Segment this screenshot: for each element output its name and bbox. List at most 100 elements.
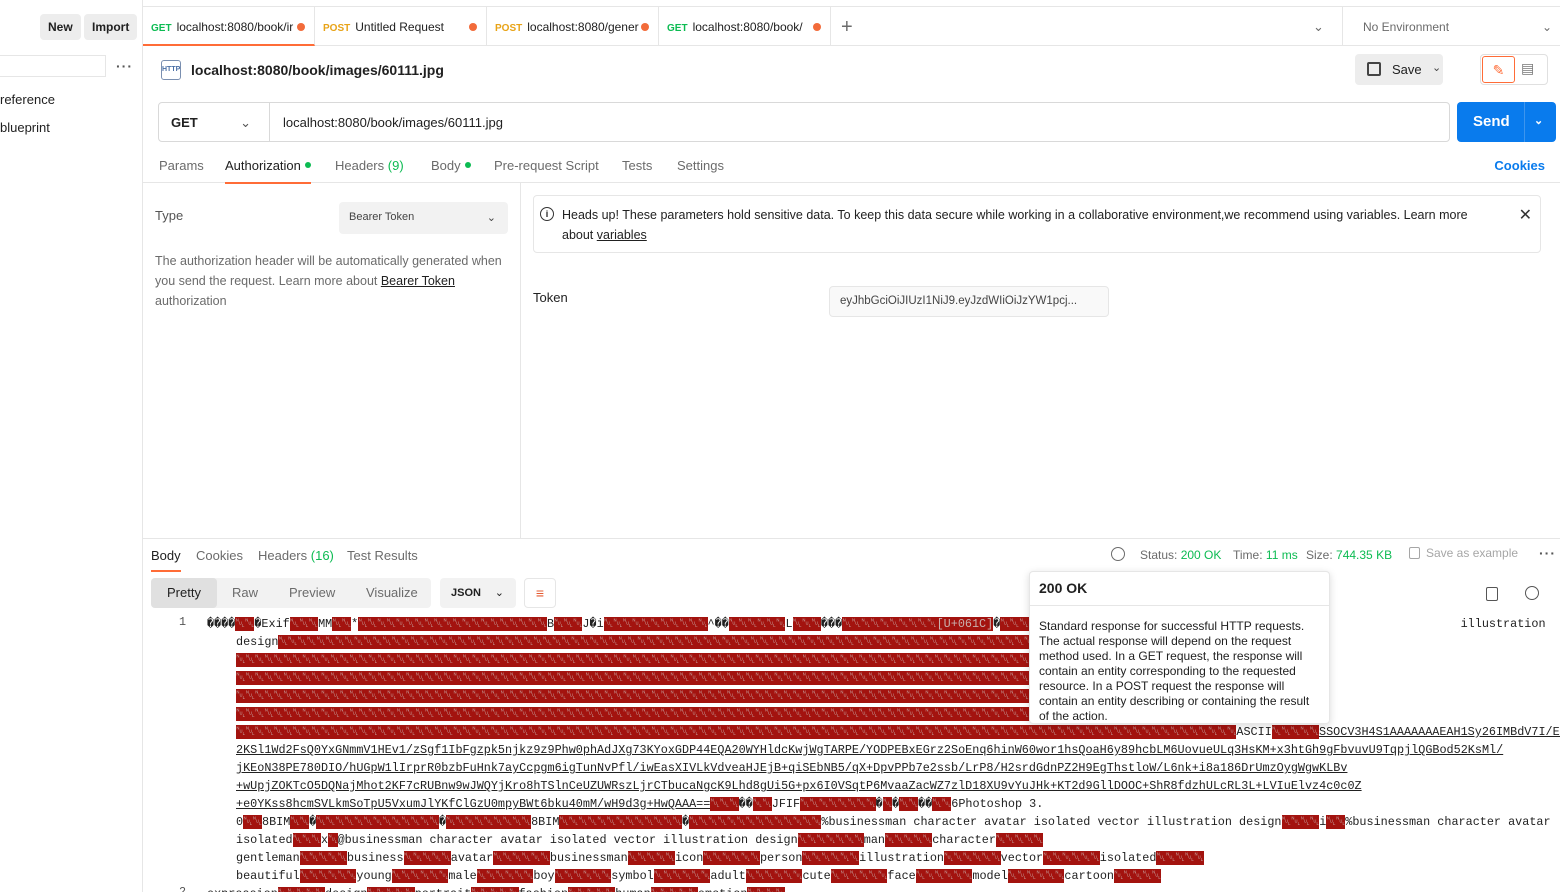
tab-response-body[interactable]: Body (151, 548, 181, 572)
code-line: 2KSl1Wd2FsQ0YxGNmmV1HEv1/zSgf1IbFgzpk5nj… (236, 743, 1504, 757)
code-line: expression␀␀␀␀␀design␀␀␀␀␀portrait␀␀␀␀␀f… (207, 885, 786, 892)
tab-post-untitled[interactable]: POST Untitled Request (315, 7, 487, 46)
sidebar-search-input[interactable] (0, 55, 106, 77)
size-value: 744.35 KB (1336, 548, 1393, 562)
import-button[interactable]: Import (84, 14, 138, 40)
size-readout[interactable]: Size: 744.35 KB (1306, 548, 1392, 562)
tab-title: localhost:8080/book/ (692, 20, 803, 34)
status-readout[interactable]: Status: 200 OK (1140, 548, 1221, 562)
view-mode-toggle: ✎ ▤ (1480, 54, 1548, 85)
cookies-link[interactable]: Cookies (1494, 158, 1545, 173)
send-divider (1524, 102, 1525, 142)
save-button[interactable]: Save (1355, 54, 1443, 85)
status-label: Status: (1140, 548, 1178, 562)
token-input[interactable]: eyJhbGciOiJIUzI1NiJ9.eyJzdWIiOiJzYW1pcj.… (829, 286, 1109, 317)
save-label: Save (1392, 62, 1422, 77)
request-config-tabs: Params Authorization Headers (9) Body Pr… (143, 146, 1560, 184)
response-headers-count: (16) (310, 548, 334, 563)
tab-label: Body (431, 158, 461, 173)
tab-tests[interactable]: Tests (622, 158, 652, 173)
unsaved-dot-icon (641, 23, 649, 31)
format-value: JSON (451, 587, 481, 599)
tab-authorization[interactable]: Authorization (225, 158, 311, 184)
comment-icon[interactable]: ▤ (1521, 60, 1534, 77)
auth-description: The authorization header will be automat… (155, 251, 511, 311)
line-number: 1 (179, 615, 187, 629)
view-pretty[interactable]: Pretty (151, 578, 217, 608)
info-icon: i (540, 207, 554, 221)
view-raw[interactable]: Raw (222, 578, 268, 608)
tab-method: POST (323, 23, 351, 34)
auth-type-select[interactable]: Bearer Token ⌄ (339, 202, 508, 234)
variables-link[interactable]: variables (597, 228, 647, 242)
auth-type-value: Bearer Token (349, 211, 415, 223)
more-options-icon[interactable]: ··· (116, 58, 133, 74)
send-button[interactable]: Send ⌄ (1457, 102, 1556, 142)
close-icon[interactable]: ✕ (1519, 206, 1532, 226)
unsaved-dot-icon (297, 23, 305, 31)
add-tab-icon[interactable]: + (841, 16, 853, 39)
code-line: ����␀␀�Exif␀␀␀MM␀␀*␀␀␀␀␀␀␀␀␀␀␀␀␀␀␀␀␀␀␀␀B… (207, 617, 1546, 631)
tab-get-book-images[interactable]: GET localhost:8080/book/ir (143, 7, 315, 46)
globe-icon[interactable] (1111, 547, 1125, 561)
save-icon (1367, 62, 1381, 76)
response-body-code[interactable]: 1 ����␀␀�Exif␀␀␀MM␀␀*␀␀␀␀␀␀␀␀␀␀␀␀␀␀␀␀␀␀␀… (143, 615, 1560, 892)
search-icon[interactable] (1525, 586, 1539, 600)
code-line: gentleman␀␀␀␀␀business␀␀␀␀␀avatar␀␀␀␀␀␀b… (236, 851, 1204, 865)
method-value: GET (171, 115, 198, 130)
sidebar-item-blueprint[interactable]: blueprint (0, 120, 50, 135)
method-select[interactable]: GET ⌄ (159, 103, 270, 141)
request-title[interactable]: localhost:8080/book/images/60111.jpg (191, 62, 444, 78)
chevron-down-icon: ⌄ (240, 115, 251, 130)
send-options-chevron-icon[interactable]: ⌄ (1534, 114, 1543, 127)
new-button[interactable]: New (40, 14, 81, 40)
sidebar-item-reference[interactable]: reference (0, 92, 55, 107)
banner-text: Heads up! These parameters hold sensitiv… (562, 208, 1468, 242)
tab-title: Untitled Request (355, 20, 444, 34)
format-select[interactable]: JSON ⌄ (440, 578, 516, 608)
code-line: ␀␀␀␀␀␀␀␀␀␀␀␀␀␀␀␀␀␀␀␀␀␀␀␀␀␀␀␀␀␀␀␀␀␀␀␀␀␀␀␀… (236, 671, 1171, 685)
code-line: beautiful␀␀␀␀␀␀young␀␀␀␀␀␀male␀␀␀␀␀␀boy␀… (236, 869, 1162, 883)
active-dot-icon (464, 162, 471, 168)
tab-params[interactable]: Params (159, 158, 204, 173)
tab-test-results[interactable]: Test Results (347, 548, 418, 563)
auth-desc-text-end: authorization (155, 294, 227, 308)
code-line: isolated␀␀␀x␀@businessman character avat… (236, 833, 1044, 847)
more-options-icon[interactable]: ··· (1539, 545, 1556, 561)
tabs-chevron-down-icon[interactable]: ⌄ (1313, 19, 1324, 35)
view-preview[interactable]: Preview (279, 578, 345, 608)
tooltip-title: 200 OK (1030, 580, 1329, 606)
tab-pre-request-script[interactable]: Pre-request Script (494, 158, 599, 173)
view-visualize[interactable]: Visualize (356, 578, 428, 608)
wrap-lines-icon[interactable]: ≡ (524, 578, 556, 608)
save-options-chevron-icon[interactable]: ⌄ (1432, 61, 1441, 74)
tab-headers[interactable]: Headers (9) (335, 158, 404, 173)
time-readout[interactable]: Time: 11 ms (1233, 548, 1298, 562)
save-example-label: Save as example (1426, 546, 1519, 560)
url-input[interactable]: localhost:8080/book/images/60111.jpg (283, 115, 503, 130)
chevron-down-icon: ⌄ (486, 212, 496, 224)
tab-response-headers[interactable]: Headers (16) (258, 548, 334, 563)
tab-post-generate[interactable]: POST localhost:8080/gener (487, 7, 659, 46)
copy-icon[interactable] (1486, 587, 1498, 601)
tab-settings[interactable]: Settings (677, 158, 724, 173)
type-label: Type (155, 208, 184, 223)
time-label: Time: (1233, 548, 1263, 562)
tab-response-cookies[interactable]: Cookies (196, 548, 243, 563)
tab-label: Headers (258, 548, 308, 563)
url-bar: GET ⌄ localhost:8080/book/images/60111.j… (158, 102, 1450, 142)
bearer-token-link[interactable]: Bearer Token (381, 274, 455, 288)
code-line: design␀␀␀␀␀␀␀␀␀␀␀␀␀␀␀␀␀␀␀␀␀␀␀␀␀␀␀␀␀␀␀␀␀␀… (236, 635, 1157, 649)
pencil-icon[interactable]: ✎ (1482, 56, 1515, 83)
environment-selector[interactable]: No Environment ⌄ (1342, 7, 1560, 46)
unsaved-dot-icon (469, 23, 477, 31)
response-tabs: Body Cookies Headers (16) Test Results S… (143, 538, 1560, 572)
tab-get-book[interactable]: GET localhost:8080/book/ (659, 7, 831, 46)
save-as-example-button[interactable]: Save as example (1409, 546, 1518, 560)
tab-body[interactable]: Body (431, 158, 471, 173)
size-label: Size: (1306, 548, 1333, 562)
unsaved-dot-icon (813, 23, 821, 31)
tab-title: localhost:8080/gener (527, 20, 639, 34)
http-icon: HTTP (161, 60, 181, 80)
active-dot-icon (304, 162, 311, 168)
